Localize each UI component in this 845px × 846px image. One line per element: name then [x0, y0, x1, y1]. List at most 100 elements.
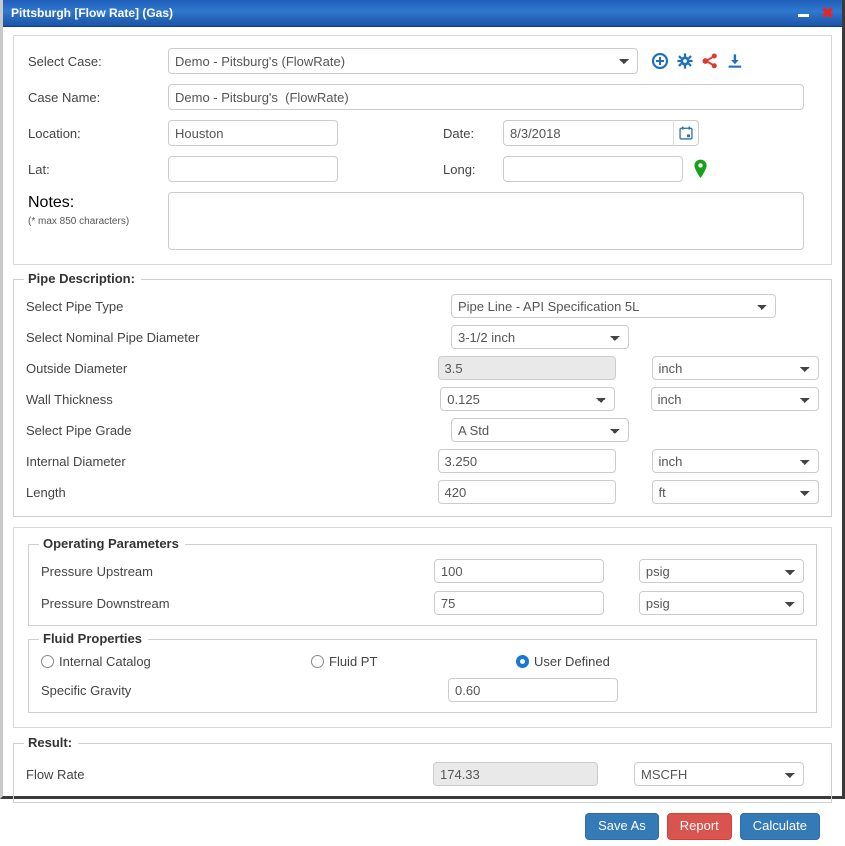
fluid-properties-group: Fluid Properties Internal Catalog Fluid … — [28, 639, 817, 713]
outside-diameter-unit-dropdown[interactable]: inch — [652, 356, 819, 380]
wall-thickness-dropdown[interactable]: 0.125 — [440, 387, 614, 411]
report-button[interactable]: Report — [667, 813, 732, 840]
window-title: Pittsburgh [Flow Rate] (Gas) — [3, 6, 173, 20]
operating-fluid-panel: Operating Parameters Pressure Upstream p… — [13, 527, 832, 728]
long-input[interactable] — [503, 156, 683, 182]
radio-fluid-pt-label: Fluid PT — [329, 654, 377, 669]
pressure-downstream-row: Pressure Downstream psig — [41, 591, 804, 615]
date-label: Date: — [443, 126, 503, 141]
fluid-source-radio-row: Internal Catalog Fluid PT User Defined — [41, 654, 804, 669]
internal-diameter-row: Internal Diameter inch — [26, 449, 819, 473]
flow-rate-unit-dropdown[interactable]: MSCFH — [634, 762, 804, 786]
calendar-button[interactable] — [673, 120, 699, 146]
wall-thickness-row: Wall Thickness 0.125 inch — [26, 387, 819, 411]
result-legend: Result: — [24, 735, 78, 751]
nominal-diameter-dropdown[interactable]: 3-1/2 inch — [451, 325, 629, 349]
operating-parameters-legend: Operating Parameters — [39, 536, 185, 552]
pressure-upstream-row: Pressure Upstream psig — [41, 559, 804, 583]
calculate-button[interactable]: Calculate — [740, 813, 820, 840]
case-action-icons — [652, 53, 743, 69]
radio-user-defined-dot — [516, 655, 529, 668]
pressure-upstream-input[interactable] — [434, 559, 604, 583]
long-label: Long: — [443, 162, 503, 177]
location-date-row: Location: Date: — [28, 120, 817, 146]
save-as-button[interactable]: Save As — [585, 813, 659, 840]
radio-user-defined[interactable]: User Defined — [516, 654, 610, 669]
specific-gravity-label: Specific Gravity — [41, 683, 448, 698]
pipe-grade-label: Select Pipe Grade — [26, 423, 451, 438]
fluid-properties-legend: Fluid Properties — [39, 631, 148, 647]
pipe-type-dropdown[interactable]: Pipe Line - API Specification 5L — [451, 294, 776, 318]
pressure-downstream-unit-dropdown[interactable]: psig — [639, 591, 804, 615]
outside-diameter-row: Outside Diameter inch — [26, 356, 819, 380]
nominal-diameter-label: Select Nominal Pipe Diameter — [26, 330, 451, 345]
length-input[interactable] — [438, 480, 616, 504]
minimize-icon[interactable] — [798, 14, 809, 17]
internal-diameter-label: Internal Diameter — [26, 454, 438, 469]
share-icon[interactable] — [702, 53, 718, 69]
case-name-label: Case Name: — [28, 90, 168, 105]
internal-diameter-unit-dropdown[interactable]: inch — [652, 449, 819, 473]
radio-internal-catalog[interactable]: Internal Catalog — [41, 654, 311, 669]
location-input[interactable] — [168, 120, 338, 146]
action-button-bar: Save As Report Calculate — [13, 803, 832, 840]
window-controls: ✖ — [798, 0, 834, 27]
radio-fluid-pt[interactable]: Fluid PT — [311, 654, 516, 669]
specific-gravity-input[interactable] — [448, 678, 618, 702]
select-case-dropdown[interactable]: Demo - Pitsburg's (FlowRate) — [168, 48, 638, 74]
outside-diameter-label: Outside Diameter — [26, 361, 438, 376]
notes-row: Notes: (* max 850 characters) — [28, 192, 817, 250]
map-pin-icon[interactable] — [693, 159, 708, 179]
title-bar: Pittsburgh [Flow Rate] (Gas) ✖ — [3, 0, 842, 27]
pipe-description-group: Pipe Description: Select Pipe Type Pipe … — [13, 279, 832, 517]
length-label: Length — [26, 485, 438, 500]
window-content: Select Case: Demo - Pitsburg's (FlowRate… — [3, 27, 842, 846]
wall-thickness-label: Wall Thickness — [26, 392, 440, 407]
result-group: Result: Flow Rate MSCFH — [13, 743, 832, 803]
flow-rate-row: Flow Rate MSCFH — [26, 762, 819, 786]
pipe-type-label: Select Pipe Type — [26, 299, 451, 314]
location-label: Location: — [28, 126, 168, 141]
close-icon[interactable]: ✖ — [821, 6, 834, 21]
download-icon[interactable] — [727, 53, 743, 69]
select-case-row: Select Case: Demo - Pitsburg's (FlowRate… — [28, 48, 817, 74]
pipe-grade-row: Select Pipe Grade A Std — [26, 418, 819, 442]
notes-label: Notes: — [28, 194, 168, 212]
flow-rate-output — [433, 762, 598, 786]
length-unit-dropdown[interactable]: ft — [652, 480, 819, 504]
add-case-icon[interactable] — [652, 53, 668, 69]
date-input-group — [503, 120, 699, 146]
lat-label: Lat: — [28, 162, 168, 177]
notes-hint: (* max 850 characters) — [28, 216, 168, 227]
pipe-grade-dropdown[interactable]: A Std — [451, 418, 629, 442]
radio-internal-catalog-dot — [41, 655, 54, 668]
pipe-description-legend: Pipe Description: — [24, 271, 141, 287]
internal-diameter-input[interactable] — [438, 449, 616, 473]
radio-user-defined-label: User Defined — [534, 654, 610, 669]
nominal-diameter-row: Select Nominal Pipe Diameter 3-1/2 inch — [26, 325, 819, 349]
date-input[interactable] — [503, 120, 673, 146]
outside-diameter-input — [438, 356, 616, 380]
calendar-icon — [679, 126, 693, 140]
case-name-input[interactable] — [168, 84, 804, 110]
notes-textarea[interactable] — [168, 192, 804, 250]
wall-thickness-unit-dropdown[interactable]: inch — [651, 387, 819, 411]
case-panel: Select Case: Demo - Pitsburg's (FlowRate… — [13, 35, 832, 265]
pressure-upstream-unit-dropdown[interactable]: psig — [639, 559, 804, 583]
lat-input[interactable] — [168, 156, 338, 182]
radio-fluid-pt-dot — [311, 655, 324, 668]
lat-long-row: Lat: Long: — [28, 156, 817, 182]
settings-gear-icon[interactable] — [677, 53, 693, 69]
case-name-row: Case Name: — [28, 84, 817, 110]
operating-parameters-group: Operating Parameters Pressure Upstream p… — [28, 544, 817, 626]
radio-internal-catalog-label: Internal Catalog — [59, 654, 151, 669]
select-case-label: Select Case: — [28, 54, 168, 69]
application-window: Pittsburgh [Flow Rate] (Gas) ✖ Select Ca… — [0, 0, 845, 799]
length-row: Length ft — [26, 480, 819, 504]
specific-gravity-row: Specific Gravity — [41, 678, 804, 702]
pressure-downstream-label: Pressure Downstream — [41, 596, 434, 611]
flow-rate-label: Flow Rate — [26, 767, 433, 782]
pressure-upstream-label: Pressure Upstream — [41, 564, 434, 579]
pressure-downstream-input[interactable] — [434, 591, 604, 615]
pipe-type-row: Select Pipe Type Pipe Line - API Specifi… — [26, 294, 819, 318]
